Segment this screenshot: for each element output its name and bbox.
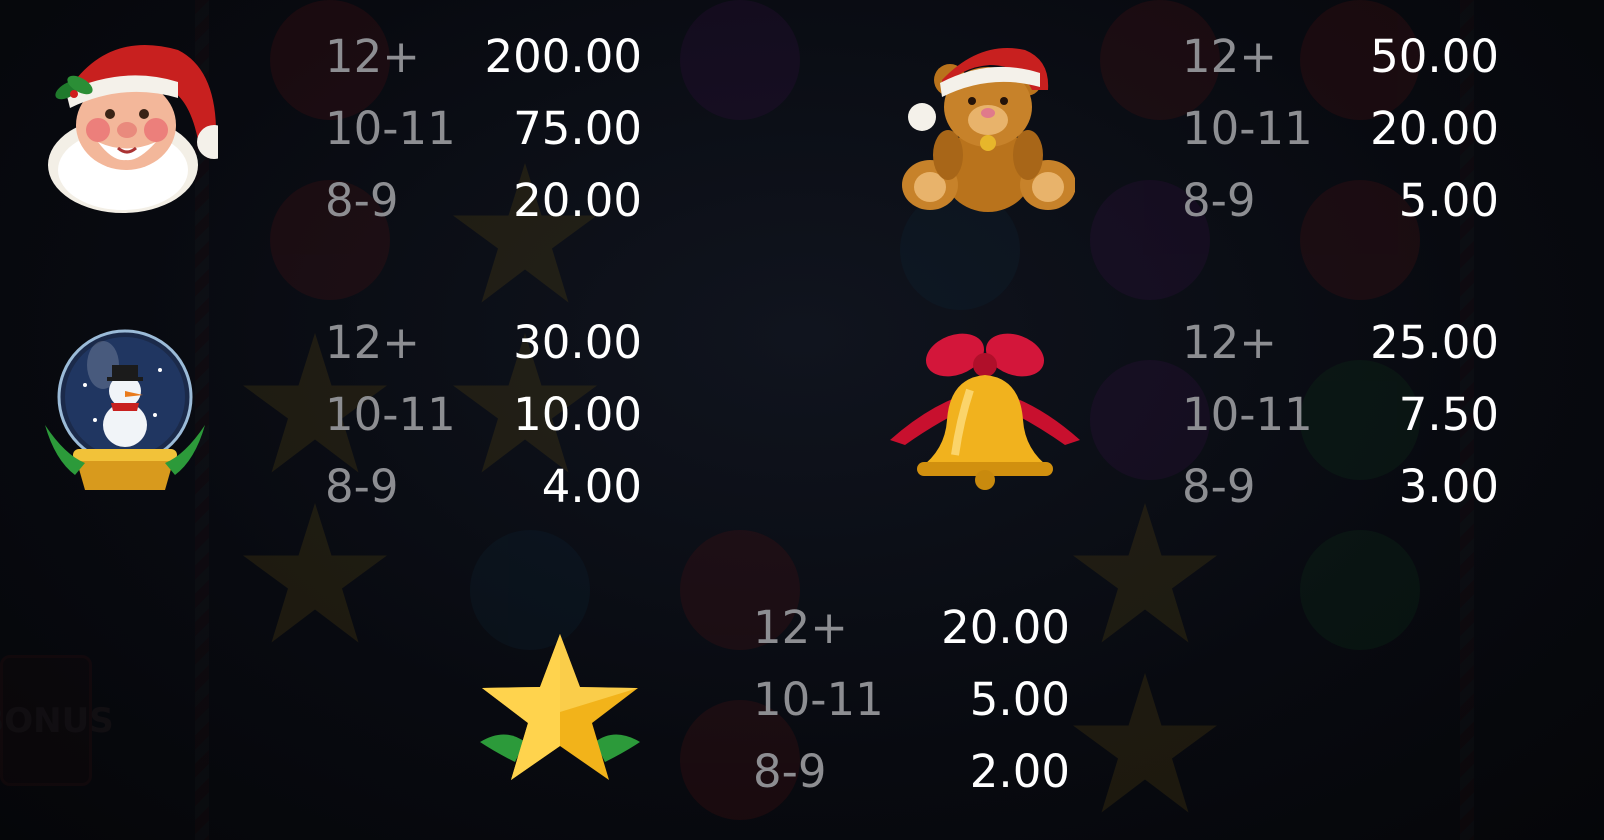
payout-row: 12+ 30.00 bbox=[325, 313, 642, 373]
payout-value: 20.00 bbox=[1370, 102, 1499, 155]
payout-table: 12+ 20.00 10-11 5.00 8-9 2.00 bbox=[753, 598, 1070, 798]
teddy-bear-icon bbox=[900, 35, 1076, 215]
payout-row: 12+ 200.00 bbox=[325, 27, 642, 87]
payout-row: 8-9 4.00 bbox=[325, 457, 642, 517]
symbol-count: 10-11 bbox=[1182, 388, 1313, 441]
ornament-ball-icon bbox=[1300, 530, 1420, 650]
payout-row: 12+ 25.00 bbox=[1182, 313, 1499, 373]
payout-table: 12+ 30.00 10-11 10.00 8-9 4.00 bbox=[325, 313, 642, 513]
payout-table: 12+ 200.00 10-11 75.00 8-9 20.00 bbox=[325, 27, 642, 227]
payout-value: 50.00 bbox=[1370, 30, 1499, 83]
payout-value: 20.00 bbox=[941, 601, 1070, 654]
payout-value: 20.00 bbox=[513, 174, 642, 227]
ornament-ball-icon bbox=[680, 0, 800, 120]
symbol-count: 10-11 bbox=[753, 673, 884, 726]
symbol-count: 8-9 bbox=[753, 745, 827, 798]
payout-value: 7.50 bbox=[1398, 388, 1499, 441]
symbol-count: 12+ bbox=[325, 30, 420, 83]
symbol-count: 8-9 bbox=[1182, 460, 1256, 513]
snow-globe-icon bbox=[45, 325, 210, 495]
bell-icon bbox=[885, 330, 1085, 495]
star-icon bbox=[1073, 503, 1217, 643]
symbol-count: 10-11 bbox=[325, 388, 456, 441]
payout-row: 12+ 20.00 bbox=[753, 598, 1070, 658]
payout-row: 10-11 20.00 bbox=[1182, 99, 1499, 159]
symbol-count: 8-9 bbox=[1182, 174, 1256, 227]
symbol-count: 10-11 bbox=[325, 102, 456, 155]
bonus-button-background: BONUS bbox=[0, 655, 114, 786]
symbol-count: 8-9 bbox=[325, 460, 399, 513]
payout-table: 12+ 50.00 10-11 20.00 8-9 5.00 bbox=[1182, 27, 1499, 227]
payout-row: 8-9 2.00 bbox=[753, 742, 1070, 802]
payout-table: 12+ 25.00 10-11 7.50 8-9 3.00 bbox=[1182, 313, 1499, 513]
santa-icon bbox=[38, 30, 231, 215]
payout-row: 12+ 50.00 bbox=[1182, 27, 1499, 87]
paytable-screen: BONUS bbox=[0, 0, 1604, 840]
symbol-count: 12+ bbox=[753, 601, 848, 654]
payout-value: 4.00 bbox=[541, 460, 642, 513]
payout-value: 10.00 bbox=[513, 388, 642, 441]
payout-row: 8-9 5.00 bbox=[1182, 171, 1499, 231]
payout-value: 5.00 bbox=[1398, 174, 1499, 227]
payout-value: 25.00 bbox=[1370, 316, 1499, 369]
payout-value: 75.00 bbox=[513, 102, 642, 155]
payout-row: 10-11 10.00 bbox=[325, 385, 642, 445]
payout-value: 2.00 bbox=[969, 745, 1070, 798]
star-icon bbox=[475, 632, 645, 792]
payout-value: 30.00 bbox=[513, 316, 642, 369]
payout-row: 10-11 5.00 bbox=[753, 670, 1070, 730]
star-icon bbox=[1073, 673, 1217, 813]
symbol-count: 12+ bbox=[325, 316, 420, 369]
symbol-count: 12+ bbox=[1182, 316, 1277, 369]
symbol-count: 12+ bbox=[1182, 30, 1277, 83]
symbol-count: 10-11 bbox=[1182, 102, 1313, 155]
payout-row: 10-11 75.00 bbox=[325, 99, 642, 159]
payout-value: 200.00 bbox=[484, 30, 642, 83]
payout-row: 8-9 3.00 bbox=[1182, 457, 1499, 517]
payout-value: 3.00 bbox=[1398, 460, 1499, 513]
payout-value: 5.00 bbox=[969, 673, 1070, 726]
star-icon bbox=[243, 503, 387, 643]
payout-row: 8-9 20.00 bbox=[325, 171, 642, 231]
payout-row: 10-11 7.50 bbox=[1182, 385, 1499, 445]
symbol-count: 8-9 bbox=[325, 174, 399, 227]
